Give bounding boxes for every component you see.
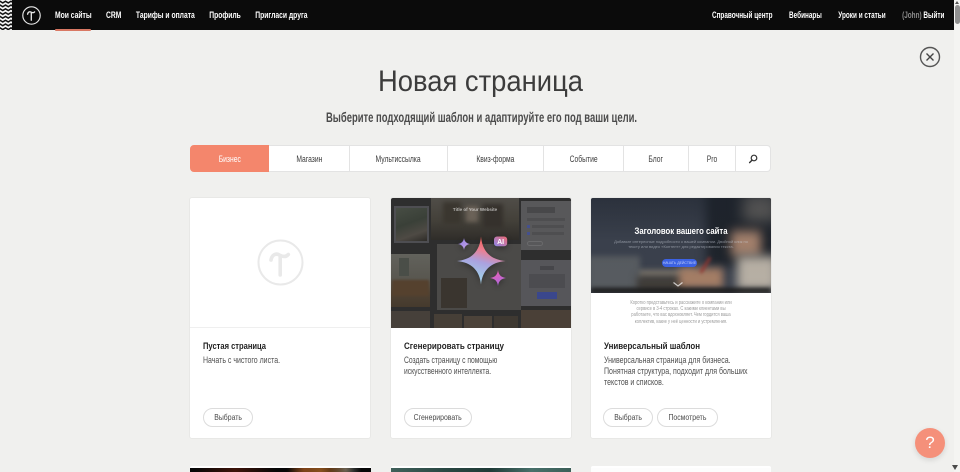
svg-text:AI: AI [497,239,504,246]
